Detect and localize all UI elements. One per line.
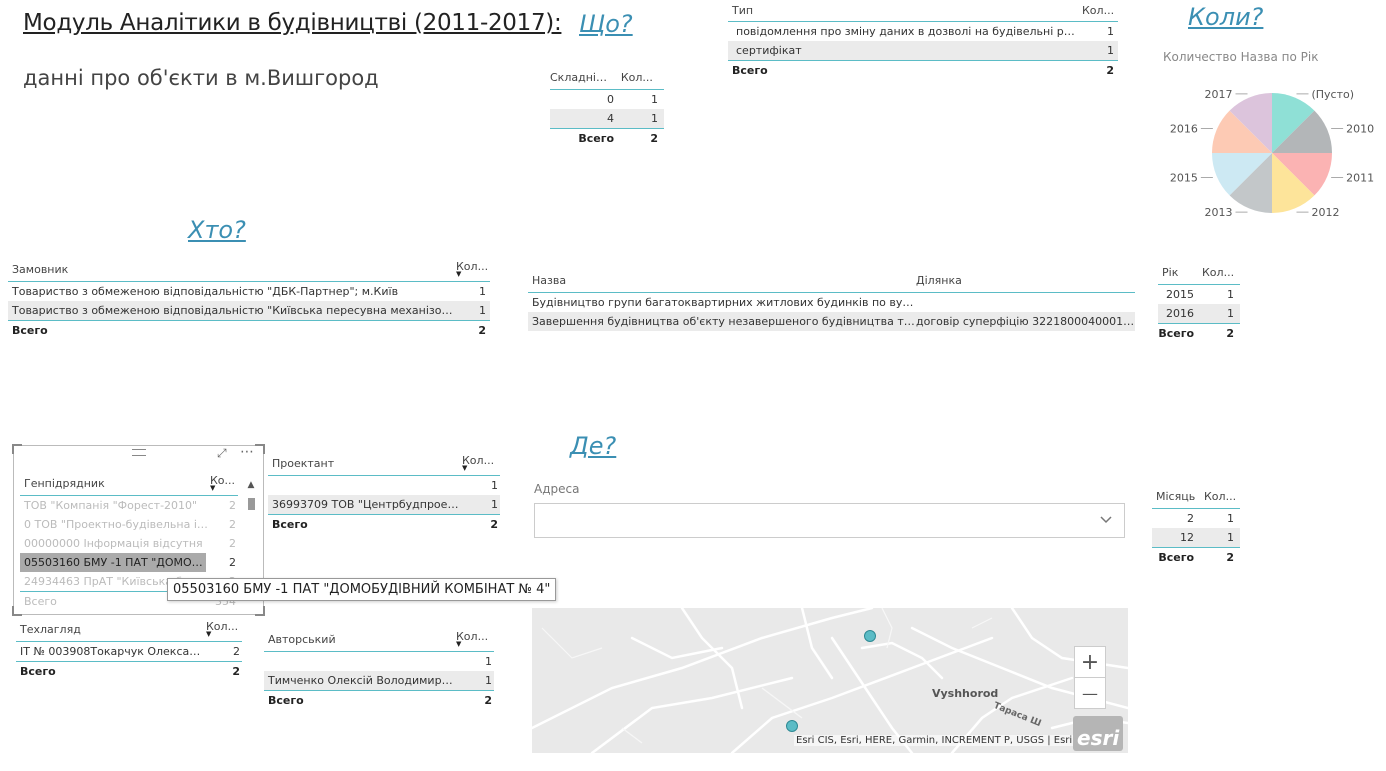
- map-marker[interactable]: [786, 720, 798, 732]
- table-row[interactable]: ТОВ "Компанія "Форест-2010" 2: [20, 496, 238, 515]
- where-heading[interactable]: Де?: [570, 432, 616, 460]
- table-row[interactable]: 0 ТОВ "Проектно-будівельна ін... 2: [20, 515, 238, 534]
- table-total-row: Всего 2: [12, 324, 486, 337]
- table-row[interactable]: Товариство з обмеженою відповідальністю …: [8, 282, 490, 301]
- map-city-label: Vyshhorod: [932, 687, 999, 700]
- pie-label: (Пусто): [1311, 88, 1354, 101]
- map-marker[interactable]: [864, 630, 876, 642]
- customer-table: Замовник Кол... ▼ Товариство з обмеженою …: [8, 257, 490, 340]
- type-table: Тип Кол... повідомлення про зміну даних …: [728, 0, 1118, 80]
- map[interactable]: Vyshhorod Тараса Ш + — Esri CIS, Esri, H…: [532, 608, 1128, 753]
- table-total-row: Всего 2: [20, 665, 240, 678]
- column-header[interactable]: Кол...: [613, 71, 664, 84]
- year-table: Рік Кол... 2015 1 2016 1 Всего 2: [1158, 260, 1240, 343]
- pie-label: 2011: [1346, 171, 1374, 184]
- name-table: Назва Ділянка Будівництво групи багатокв…: [528, 268, 1135, 331]
- table-total-row: Всего 2: [272, 518, 498, 531]
- focus-mode-icon[interactable]: ⤢: [217, 446, 227, 461]
- pie-label: 2013: [1205, 206, 1233, 219]
- map-streets: [532, 608, 1128, 753]
- table-total-row: Всего 2: [268, 694, 492, 707]
- table-row[interactable]: 12 1: [1152, 528, 1240, 548]
- table-row[interactable]: 1: [264, 652, 494, 671]
- table-row[interactable]: 36993709 ТОВ "Центрбудпроект" 1: [268, 495, 500, 515]
- pie-chart[interactable]: (Пусто) 2010 2011 2012 2013 2015 2016 2017: [1150, 78, 1386, 228]
- column-header[interactable]: Рік: [1158, 266, 1202, 279]
- pie-label: 2016: [1170, 123, 1198, 136]
- column-header[interactable]: Місяць: [1152, 490, 1204, 503]
- column-header[interactable]: Техлагляд: [16, 623, 206, 636]
- drag-handle-icon[interactable]: [132, 449, 146, 456]
- address-slicer-label: Адреса: [534, 482, 580, 496]
- column-header[interactable]: Кол...: [462, 454, 498, 467]
- column-header[interactable]: Авторський: [264, 633, 456, 646]
- column-header[interactable]: Проектант: [268, 457, 462, 470]
- when-heading[interactable]: Коли?: [1188, 3, 1263, 31]
- table-row-selected[interactable]: 05503160 БМУ -1 ПАТ "ДОМОБ... 2: [20, 553, 238, 572]
- table-row[interactable]: 2016 1: [1158, 304, 1240, 324]
- table-row[interactable]: ІТ № 003908Токарчук Олексан... 2: [16, 642, 242, 662]
- zoom-in-button[interactable]: +: [1074, 646, 1106, 678]
- column-header[interactable]: Замовник: [8, 263, 456, 276]
- address-dropdown[interactable]: [534, 503, 1125, 538]
- chevron-down-icon[interactable]: [1100, 516, 1112, 524]
- table-row[interactable]: 0 1: [550, 90, 664, 109]
- pie-label: 2017: [1205, 88, 1233, 101]
- supervision-table: Техлагляд Кол... ▼ ІТ № 003908Токарчук Ол…: [16, 617, 242, 681]
- what-heading[interactable]: Що?: [579, 10, 633, 38]
- author-table: Авторський Кол... ▼ 1 Тимченко Олексій Во…: [264, 627, 494, 710]
- table-row[interactable]: 00000000 Інформація відсутня 2: [20, 534, 238, 553]
- table-row[interactable]: Тимченко Олексій Володимиро... 1: [264, 671, 494, 691]
- designer-table: Проектант Кол... ▼ 1 36993709 ТОВ "Центрб…: [268, 451, 500, 534]
- table-row[interactable]: 2 1: [1152, 509, 1240, 528]
- table-row[interactable]: 4 1: [550, 109, 664, 129]
- table-row[interactable]: Завершення будівництва об'єкту незаверше…: [528, 312, 1135, 331]
- table-row[interactable]: повідомлення про зміну даних в дозволі н…: [728, 22, 1118, 41]
- esri-logo: esri: [1073, 716, 1123, 751]
- table-total-row: Всего 2: [578, 132, 658, 145]
- table-row[interactable]: 2015 1: [1158, 285, 1240, 304]
- month-table: Місяць Кол... 2 1 12 1 Всего 2: [1152, 484, 1240, 567]
- zoom-out-button[interactable]: —: [1074, 677, 1106, 709]
- table-total-row: Всего 2: [732, 64, 1114, 77]
- column-header[interactable]: Тип: [728, 4, 1082, 17]
- tooltip: 05503160 БМУ -1 ПАТ "ДОМОБУДІВНИЙ КОМБІН…: [167, 578, 557, 601]
- column-header[interactable]: Складність: [550, 71, 613, 84]
- column-header[interactable]: Кол...: [1204, 490, 1238, 503]
- table-total-row: Всего 2: [1158, 551, 1234, 564]
- who-heading[interactable]: Хто?: [188, 216, 246, 244]
- scrollbar-thumb[interactable]: [247, 498, 255, 510]
- page-title: Модуль Аналітики в будівництві (2011-201…: [23, 10, 562, 36]
- resize-handle[interactable]: [255, 444, 265, 454]
- pie-label: 2010: [1346, 123, 1374, 136]
- chart-title: Количество Назва по Рік: [1163, 50, 1319, 64]
- map-attribution: Esri CIS, Esri, HERE, Garmin, INCREMENT …: [794, 735, 1084, 746]
- more-options-icon[interactable]: ⋯: [240, 444, 254, 460]
- resize-handle[interactable]: [255, 606, 265, 616]
- resize-handle[interactable]: [12, 444, 22, 454]
- column-header[interactable]: Кол...: [456, 630, 492, 643]
- complexity-table: Складність Кол... 0 1 4 1 Всего 2: [550, 65, 664, 148]
- table-row[interactable]: 1: [268, 476, 500, 495]
- column-header[interactable]: Генпідрядник: [20, 477, 210, 490]
- table-total-row: Всего 2: [1158, 327, 1234, 340]
- page-subtitle: данні про об'єкти в м.Вишгород: [23, 66, 379, 90]
- column-header[interactable]: Кол...: [1202, 266, 1238, 279]
- table-row[interactable]: Товариство з обмеженою відповідальністю …: [8, 301, 490, 321]
- scroll-up-icon[interactable]: ▲: [246, 480, 256, 490]
- pie-label: 2015: [1170, 171, 1198, 184]
- table-row[interactable]: сертифікат 1: [728, 41, 1118, 61]
- column-header[interactable]: Ділянка: [916, 274, 1135, 287]
- pie-label: 2012: [1311, 206, 1339, 219]
- column-header[interactable]: Кол...: [1082, 4, 1118, 17]
- table-row[interactable]: Будівництво групи багатоквартирних житло…: [528, 293, 1135, 312]
- column-header[interactable]: Назва: [528, 274, 916, 287]
